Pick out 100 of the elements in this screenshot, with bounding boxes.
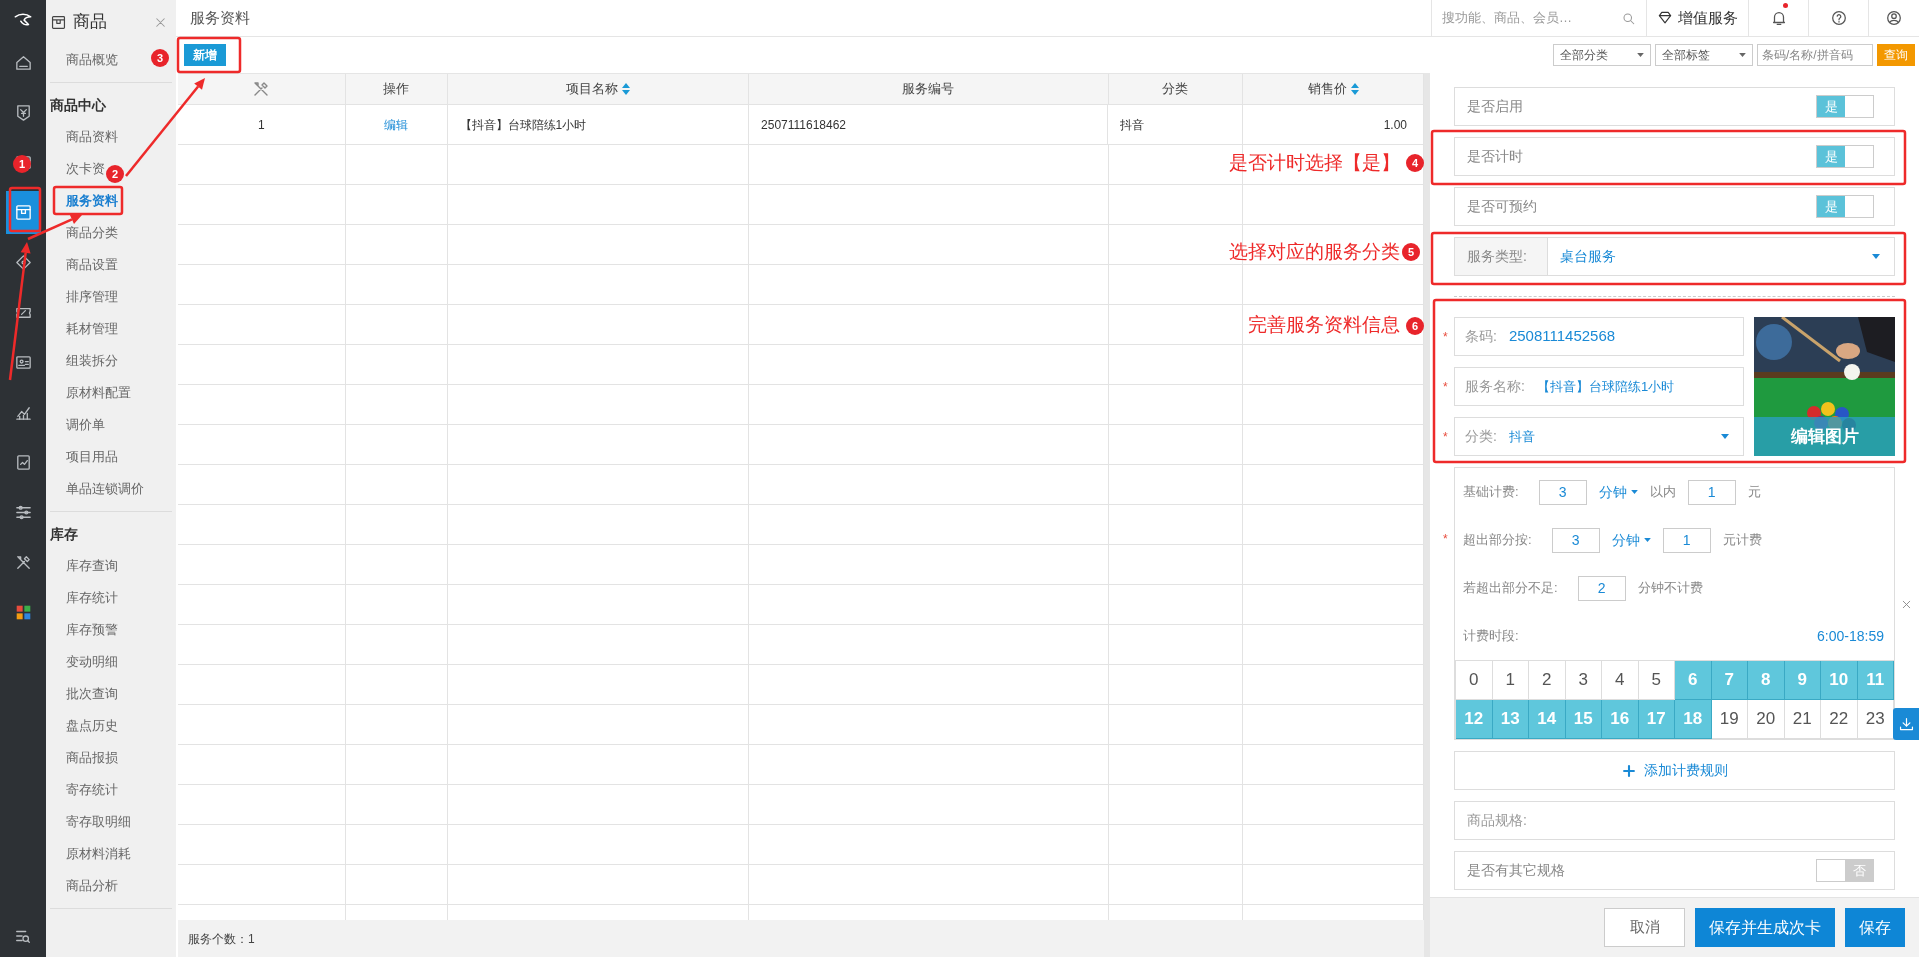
sidebar-item[interactable]: 原材料消耗 (66, 844, 131, 864)
help-icon (1829, 9, 1848, 27)
number-input[interactable]: 3 (1551, 527, 1600, 553)
hour-cell[interactable]: 4 (1602, 661, 1639, 700)
unit-dropdown[interactable]: 分钟 (1598, 481, 1638, 503)
close-button[interactable] (1900, 598, 1913, 611)
sort-icon[interactable] (1350, 83, 1359, 95)
sidebar-item[interactable]: 次卡资 (66, 159, 105, 179)
highlight-box (8, 186, 42, 233)
hour-cell[interactable]: 22 (1821, 700, 1858, 739)
hour-cell[interactable]: 20 (1748, 700, 1785, 739)
number-input[interactable]: 1 (1662, 527, 1711, 553)
field-label: 超出部分按: (1463, 531, 1532, 550)
filter-dropdown[interactable]: 全部分类 (1553, 44, 1651, 66)
field-label: 计费时段: (1463, 627, 1519, 646)
step-number: 4 (1406, 154, 1424, 172)
filter-dropdown[interactable]: 全部标签 (1655, 44, 1753, 66)
cancel-button[interactable]: 取消 (1604, 908, 1685, 947)
search-field[interactable]: 搜功能、商品、会员… (1431, 0, 1647, 36)
toggle-switch[interactable]: 是 (1816, 145, 1874, 168)
unit-label: 元 (1747, 483, 1761, 502)
sidebar-item[interactable]: 商品设置 (66, 255, 118, 275)
highlight-box (52, 185, 124, 216)
sidebar-item[interactable]: 组装拆分 (66, 351, 118, 371)
hour-cell[interactable]: 2 (1529, 661, 1566, 700)
add-button[interactable]: 新增 (184, 44, 226, 66)
box-icon (13, 202, 33, 222)
sidebar-item[interactable]: 原材料配置 (66, 383, 131, 403)
sidebar-item[interactable]: 商品分析 (66, 876, 118, 896)
toggle-switch[interactable]: 是 (1816, 95, 1874, 118)
section-heading: 库存 (49, 524, 79, 544)
sidebar-item[interactable]: 盘点历史 (66, 716, 118, 736)
hour-cell[interactable]: 3 (1565, 661, 1602, 700)
toggle-switch[interactable]: 是 (1816, 195, 1874, 218)
sidebar-title: 商品 (73, 11, 107, 34)
hour-cell[interactable]: 5 (1638, 661, 1675, 700)
number-input[interactable]: 2 (1577, 575, 1626, 601)
caret-icon (1872, 254, 1880, 259)
sidebar-item[interactable]: 单品连锁调价 (66, 479, 144, 499)
table-cell-text: 2507111618462 (761, 116, 847, 134)
number-input[interactable]: 3 (1538, 479, 1587, 505)
download-button[interactable] (1893, 708, 1919, 740)
hour-cell[interactable]: 19 (1711, 700, 1748, 739)
sidebar-item[interactable]: 服务资料 (66, 191, 118, 211)
page-title: 服务资料 (189, 7, 250, 28)
caret-icon (1721, 434, 1729, 439)
plus-icon (1621, 763, 1636, 778)
sidebar-item[interactable]: 耗材管理 (66, 319, 118, 339)
toggle-label: 是否有其它规格 (1467, 861, 1565, 880)
sidebar-item[interactable]: 寄存统计 (66, 780, 118, 800)
sidebar-item[interactable]: 库存预警 (66, 620, 118, 640)
edit-image-button[interactable]: 编辑图片 (1754, 417, 1895, 456)
caret-icon (1637, 53, 1644, 57)
field-value: 抖音 (1508, 427, 1535, 446)
sidebar-item[interactable]: 商品分类 (66, 223, 118, 243)
annotation-text: 选择对应的服务分类 (1228, 240, 1400, 264)
apps-icon (14, 603, 32, 621)
hour-cell[interactable]: 21 (1784, 700, 1821, 739)
sidebar-item[interactable]: 批次查询 (66, 684, 118, 704)
caret-icon (1630, 490, 1638, 494)
sidebar-item[interactable]: 变动明细 (66, 652, 118, 672)
search-icon (1621, 10, 1636, 26)
sidebar-item[interactable]: 寄存取明细 (66, 812, 131, 832)
hour-cell[interactable]: 0 (1456, 661, 1493, 700)
value-added-button[interactable]: 增值服务 (1647, 0, 1749, 36)
sort-icon[interactable] (621, 83, 630, 95)
required-mark: * (1443, 379, 1448, 396)
sidebar-item[interactable]: 商品报损 (66, 748, 118, 768)
filter-input[interactable]: 条码/名称/拼音码 (1757, 44, 1873, 66)
diamond-icon (1657, 10, 1673, 26)
unit-label: 以内 (1649, 483, 1676, 502)
toggle-label: 是否可预约 (1467, 197, 1537, 216)
add-rule-button[interactable]: 添加计费规则 (1454, 751, 1895, 790)
field-value: 【抖音】台球陪练1小时 (1536, 377, 1675, 396)
spec-field[interactable]: 商品规格: (1454, 801, 1895, 840)
sidebar-item[interactable]: 调价单 (66, 415, 105, 435)
sidebar-item[interactable]: 库存统计 (66, 588, 118, 608)
column-header: 操作 (345, 74, 448, 104)
step-number: 5 (1402, 243, 1420, 261)
sidebar-item[interactable]: 排序管理 (66, 287, 118, 307)
number-input[interactable]: 1 (1687, 479, 1736, 505)
query-button[interactable]: 查询 (1877, 44, 1915, 66)
section-heading: 商品中心 (49, 95, 107, 115)
field-label: 若超出部分不足: (1463, 579, 1558, 598)
download-icon (1897, 715, 1915, 733)
hour-cell[interactable]: 1 (1492, 661, 1529, 700)
hour-cell[interactable]: 23 (1857, 700, 1894, 739)
table-cell-text: 抖音 (1120, 116, 1145, 134)
edit-link[interactable]: 编辑 (384, 115, 409, 134)
sidebar-item[interactable]: 项目用品 (66, 447, 118, 467)
save-button[interactable]: 保存并生成次卡 (1695, 908, 1835, 947)
save-button[interactable]: 保存 (1845, 908, 1905, 947)
step-number: 6 (1406, 317, 1424, 335)
unit-label: 元计费 (1722, 531, 1762, 550)
caret-icon (1739, 53, 1746, 57)
sidebar-item[interactable]: 商品资料 (66, 127, 118, 147)
sidebar-item[interactable]: 库存查询 (66, 556, 118, 576)
unit-dropdown[interactable]: 分钟 (1611, 529, 1651, 551)
sidebar-item[interactable]: 商品概览 (66, 50, 118, 70)
service-type-field[interactable]: 服务类型: 桌台服务 (1454, 237, 1895, 276)
